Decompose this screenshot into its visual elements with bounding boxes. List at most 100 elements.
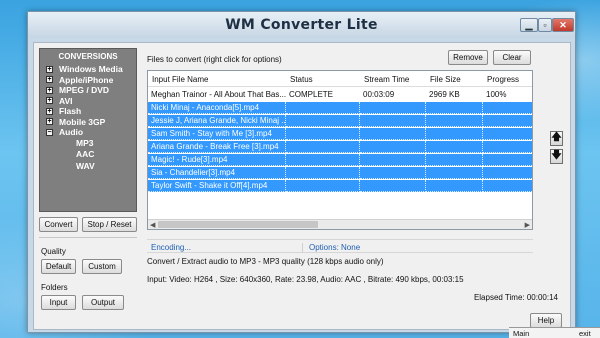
help-button[interactable]: Help: [530, 313, 562, 328]
background-window-strip: Main exit: [509, 327, 600, 338]
app-window: WM Converter Lite ▁ ▫ ✕ CONVERSIONS + Wi…: [27, 11, 576, 333]
cell-file-name: Magic! - Rude[3].mp4: [148, 154, 286, 166]
cell-stream-time: [360, 102, 426, 114]
conversions-header: CONVERSIONS: [58, 52, 118, 61]
custom-button[interactable]: Custom: [82, 259, 122, 274]
move-down-button[interactable]: 🡇: [550, 149, 563, 164]
quality-label: Quality: [41, 247, 66, 256]
table-row[interactable]: Sam Smith - Stay with Me [3].mp4: [148, 128, 532, 140]
expand-icon[interactable]: +: [46, 76, 53, 84]
cell-status: [286, 102, 360, 114]
arrow-up-icon: 🡅: [551, 132, 562, 143]
encoding-status: Encoding...: [151, 243, 192, 252]
cell-file-size: [426, 154, 483, 166]
background-window-main[interactable]: Main: [513, 329, 529, 338]
expand-icon[interactable]: +: [46, 97, 53, 105]
expand-icon[interactable]: +: [46, 118, 53, 126]
cell-status: [286, 167, 360, 179]
cell-file-size: [426, 102, 483, 114]
tree-item-avi[interactable]: + AVI: [40, 96, 136, 107]
tree-item-label: Mobile 3GP: [59, 116, 106, 127]
column-header-file-size[interactable]: File Size: [430, 75, 461, 84]
tree-item-wav[interactable]: WAV: [40, 161, 136, 173]
horizontal-scrollbar[interactable]: ◀ ▶: [148, 219, 532, 229]
cell-status: [286, 180, 360, 192]
column-header-status[interactable]: Status: [290, 75, 313, 84]
cell-progress: [483, 141, 532, 153]
scroll-left-icon[interactable]: ◀: [150, 221, 155, 229]
table-header: Input File Name Status Stream Time File …: [148, 71, 532, 87]
expand-icon[interactable]: +: [46, 65, 53, 73]
cell-stream-time: [360, 154, 426, 166]
cell-stream-time: [360, 141, 426, 153]
cell-status: [286, 128, 360, 140]
column-header-name[interactable]: Input File Name: [152, 75, 208, 84]
collapse-icon[interactable]: −: [46, 128, 53, 136]
default-button[interactable]: Default: [41, 259, 76, 274]
tree-item-label: Audio: [59, 127, 84, 138]
title-bar[interactable]: WM Converter Lite ▁ ▫ ✕: [28, 12, 575, 38]
remove-button[interactable]: Remove: [448, 50, 488, 65]
divider: [39, 237, 137, 238]
convert-info-text: Convert / Extract audio to MP3 - MP3 qua…: [147, 257, 384, 266]
table-row[interactable]: Nicki Minaj - Anaconda[5].mp4: [148, 102, 532, 114]
cell-file-size: [426, 180, 483, 192]
tree-item-label: MPEG / DVD: [59, 85, 110, 96]
close-button[interactable]: ✕: [552, 18, 574, 32]
cell-status: [286, 141, 360, 153]
table-row[interactable]: Magic! - Rude[3].mp4: [148, 154, 532, 166]
expand-icon[interactable]: +: [46, 107, 53, 115]
cell-progress: [483, 115, 532, 127]
cell-status: COMPLETE: [289, 90, 334, 99]
table-row[interactable]: Taylor Swift - Shake it Off[4].mp4: [148, 180, 532, 192]
clear-button[interactable]: Clear: [493, 50, 531, 65]
cell-progress: [483, 154, 532, 166]
elapsed-time: Elapsed Time: 00:00:14: [473, 293, 558, 302]
table-row[interactable]: Ariana Grande - Break Free [3].mp4: [148, 141, 532, 153]
cell-file-name: Ariana Grande - Break Free [3].mp4: [148, 141, 286, 153]
arrow-down-icon: 🡇: [551, 150, 562, 161]
maximize-button[interactable]: ▫: [538, 18, 552, 32]
stop-reset-button[interactable]: Stop / Reset: [82, 217, 137, 232]
column-header-stream-time[interactable]: Stream Time: [364, 75, 409, 84]
move-up-button[interactable]: 🡅: [550, 131, 563, 146]
column-header-progress[interactable]: Progress: [487, 75, 519, 84]
cell-progress: [483, 180, 532, 192]
output-folder-button[interactable]: Output: [82, 295, 124, 310]
tree-item-flash[interactable]: + Flash: [40, 106, 136, 117]
cell-file-name: Nicki Minaj - Anaconda[5].mp4: [148, 102, 286, 114]
table-row[interactable]: Sia - Chandelier[3].mp4: [148, 167, 532, 179]
tree-item-windows-media[interactable]: + Windows Media: [40, 64, 136, 75]
tree-item-aac[interactable]: AAC: [40, 149, 136, 161]
cell-file-name: Jessie J, Ariana Grande, Nicki Minaj ...: [148, 115, 286, 127]
file-list-table[interactable]: Input File Name Status Stream Time File …: [147, 70, 533, 230]
tree-item-apple-iphone[interactable]: + Apple/iPhone: [40, 75, 136, 86]
cell-file-size: [426, 128, 483, 140]
cell-file-size: [426, 115, 483, 127]
scrollbar-thumb[interactable]: [158, 221, 318, 228]
tree-item-mobile-3gp[interactable]: + Mobile 3GP: [40, 117, 136, 128]
expand-icon[interactable]: +: [46, 86, 53, 94]
cell-file-name: Meghan Trainor - All About That Bas...: [151, 90, 286, 99]
cell-progress: 100%: [486, 90, 507, 99]
cell-stream-time: [360, 128, 426, 140]
cell-file-name: Taylor Swift - Shake it Off[4].mp4: [148, 180, 286, 192]
tree-item-label: AVI: [59, 95, 73, 106]
table-row[interactable]: Jessie J, Ariana Grande, Nicki Minaj ...: [148, 115, 532, 127]
background-window-exit[interactable]: exit: [579, 329, 591, 338]
cell-status: [286, 115, 360, 127]
cell-stream-time: [360, 115, 426, 127]
table-row[interactable]: Meghan Trainor - All About That Bas... C…: [148, 89, 532, 101]
cell-stream-time: [360, 180, 426, 192]
tree-item-mpeg-dvd[interactable]: + MPEG / DVD: [40, 85, 136, 96]
cell-file-size: [426, 141, 483, 153]
minimize-button[interactable]: ▁: [520, 18, 538, 32]
cell-file-size: 2969 KB: [429, 90, 460, 99]
tree-item-label: Flash: [59, 106, 82, 117]
scroll-right-icon[interactable]: ▶: [525, 221, 530, 229]
convert-button[interactable]: Convert: [39, 217, 78, 232]
cell-stream-time: 00:03:09: [363, 90, 395, 99]
tree-item-audio[interactable]: − Audio: [40, 127, 136, 138]
input-folder-button[interactable]: Input: [41, 295, 76, 310]
tree-item-mp3[interactable]: MP3: [40, 138, 136, 150]
